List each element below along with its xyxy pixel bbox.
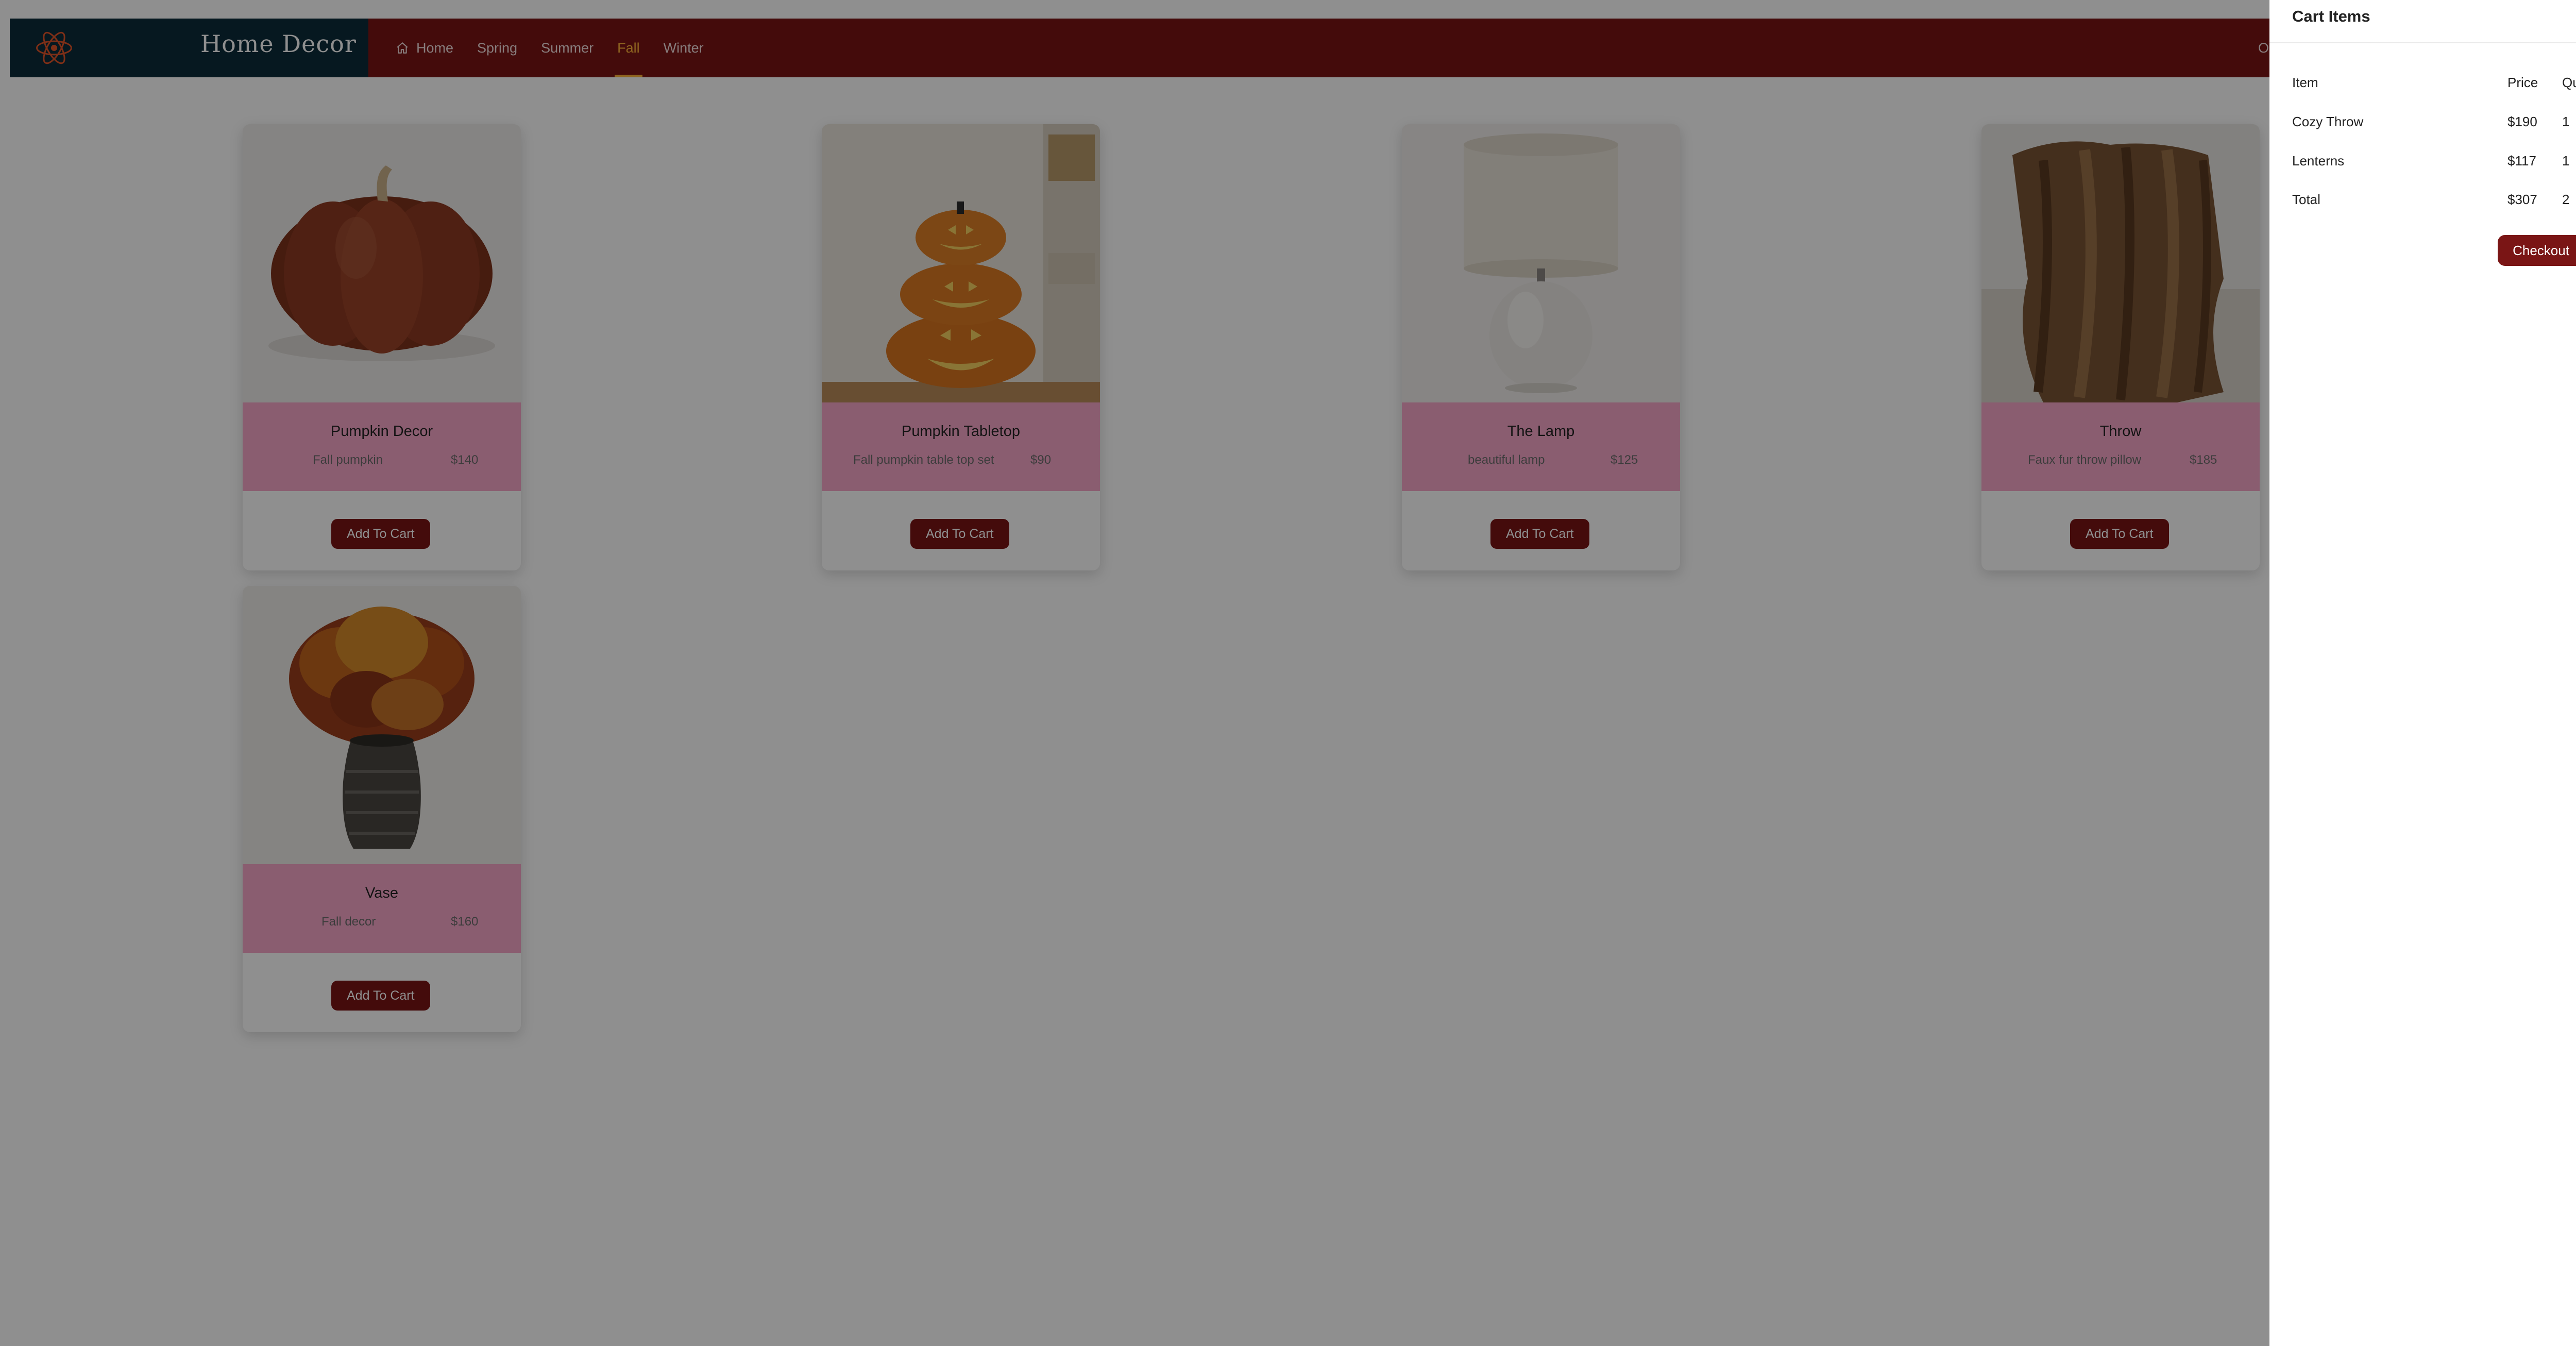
cart-total-row: Total $307 2 [2292, 192, 2576, 212]
cart-drawer: Cart Items Item Price Quantity Cozy Thro… [2269, 0, 2576, 1346]
cart-item-quantity: 1 [2562, 153, 2570, 169]
cart-total-label: Total [2292, 192, 2320, 207]
cart-total-price: $307 [2507, 192, 2537, 207]
cart-item-price: $117 [2507, 153, 2536, 169]
cart-title: Cart Items [2292, 7, 2370, 25]
cart-row: Lenterns $117 1 [2292, 153, 2576, 174]
cart-row: Cozy Throw $190 1 [2292, 114, 2576, 134]
cart-item-name: Lenterns [2292, 153, 2345, 169]
cart-header-item: Item [2292, 75, 2318, 90]
cart-item-price: $190 [2507, 114, 2537, 129]
cart-header-quantity: Quantity [2562, 75, 2576, 90]
cart-header-row: Item Price Quantity [2292, 75, 2576, 95]
cart-total-quantity: 2 [2562, 192, 2570, 207]
cart-header-price: Price [2507, 75, 2538, 90]
drawer-backdrop[interactable] [0, 0, 2576, 1346]
cart-item-quantity: 1 [2562, 114, 2570, 129]
cart-item-name: Cozy Throw [2292, 114, 2364, 129]
cart-divider [2269, 42, 2576, 43]
checkout-button[interactable]: Checkout [2498, 235, 2576, 266]
